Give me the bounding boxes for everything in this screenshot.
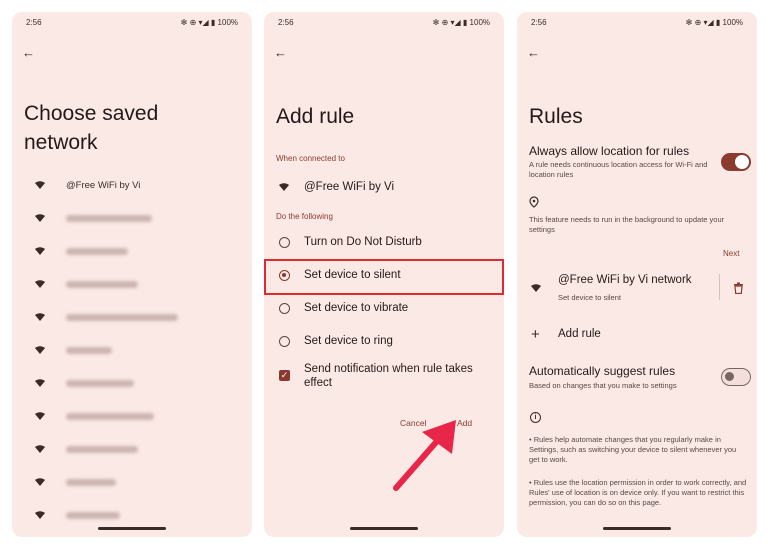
back-arrow-icon[interactable]: ← <box>274 46 288 60</box>
option-vibrate[interactable]: Set device to vibrate <box>264 297 504 323</box>
gesture-handle <box>98 527 166 530</box>
wifi-icon <box>35 214 45 222</box>
wifi-icon <box>35 478 45 486</box>
blurred-network-name <box>66 413 154 420</box>
gesture-handle <box>603 527 671 530</box>
when-connected-label: When connected to <box>276 154 345 163</box>
status-time: 2:56 <box>531 18 547 27</box>
background-note: This feature needs to run in the backgro… <box>529 215 725 234</box>
network-row[interactable] <box>12 407 252 427</box>
next-button[interactable]: Next <box>723 249 739 258</box>
blurred-network-name <box>66 314 178 321</box>
notify-checkbox[interactable]: ✓ <box>279 370 290 381</box>
add-rule-screen: 2:56 ✻ ⊕ ▾◢ ▮ 100% ← Add rule When conne… <box>264 12 504 537</box>
network-row[interactable]: @Free WiFi by Vi <box>12 176 252 196</box>
blurred-network-name <box>66 512 120 519</box>
gesture-handle <box>350 527 418 530</box>
blurred-network-name <box>66 347 112 354</box>
status-bar: 2:56 ✻ ⊕ ▾◢ ▮ 100% <box>527 18 747 30</box>
wifi-icon <box>35 445 45 453</box>
always-allow-subtitle: A rule needs continuous location access … <box>529 160 708 179</box>
radio-button[interactable] <box>279 336 290 347</box>
network-row[interactable] <box>12 209 252 229</box>
page-title: Choose saved network <box>24 102 159 154</box>
rule-name: @Free WiFi by Vi network <box>558 274 692 286</box>
option-dnd[interactable]: Turn on Do Not Disturb <box>264 231 504 257</box>
option-label: Set device to ring <box>304 335 393 347</box>
always-allow-toggle[interactable] <box>721 153 751 171</box>
add-rule-row[interactable]: + Add rule <box>517 324 757 350</box>
option-label: Set device to vibrate <box>304 302 409 314</box>
wifi-icon <box>35 511 45 519</box>
status-time: 2:56 <box>26 18 42 27</box>
always-allow-title: Always allow location for rules <box>529 144 690 158</box>
network-row[interactable] <box>12 374 252 394</box>
status-time: 2:56 <box>278 18 294 27</box>
rule-item[interactable]: @Free WiFi by Vi network Set device to s… <box>517 270 757 306</box>
wifi-icon <box>531 284 541 292</box>
blurred-network-name <box>66 215 152 222</box>
network-row[interactable] <box>12 275 252 295</box>
page-title: Add rule <box>276 105 355 128</box>
wifi-icon <box>35 247 45 255</box>
network-name: @Free WiFi by Vi <box>66 180 141 191</box>
do-following-label: Do the following <box>276 212 333 221</box>
network-row[interactable] <box>12 440 252 460</box>
choose-network-screen: 2:56 ✻ ⊕ ▾◢ ▮ 100% ← Choose saved networ… <box>12 12 252 537</box>
blurred-network-name <box>66 380 134 387</box>
auto-suggest-toggle[interactable] <box>721 368 751 386</box>
network-row[interactable] <box>12 308 252 328</box>
status-bar: 2:56 ✻ ⊕ ▾◢ ▮ 100% <box>22 18 242 30</box>
status-icons: ✻ ⊕ ▾◢ ▮ 100% <box>432 18 490 27</box>
wifi-icon <box>35 412 45 420</box>
back-arrow-icon[interactable]: ← <box>527 46 541 60</box>
background-location-icon <box>529 196 539 208</box>
network-row[interactable] <box>12 506 252 526</box>
highlight-box <box>264 259 504 295</box>
wifi-icon <box>35 313 45 321</box>
status-icons: ✻ ⊕ ▾◢ ▮ 100% <box>180 18 238 27</box>
network-name: @Free WiFi by Vi <box>304 181 395 193</box>
network-row[interactable] <box>12 341 252 361</box>
network-row[interactable]: @Free WiFi by Vi <box>264 176 504 202</box>
add-rule-label: Add rule <box>558 328 601 340</box>
wifi-icon <box>35 280 45 288</box>
info-text-1: • Rules help automate changes that you r… <box>529 435 737 464</box>
auto-suggest-subtitle: Based on changes that you make to settin… <box>529 381 677 390</box>
plus-icon: + <box>531 326 540 343</box>
pointer-arrow-icon <box>393 420 456 491</box>
wifi-icon <box>35 379 45 387</box>
divider <box>719 274 720 300</box>
blurred-network-name <box>66 248 128 255</box>
wifi-icon <box>35 346 45 354</box>
blurred-network-name <box>66 446 138 453</box>
back-arrow-icon[interactable]: ← <box>22 46 36 60</box>
info-icon: i <box>530 412 541 423</box>
auto-suggest-title: Automatically suggest rules <box>529 364 676 378</box>
rules-screen: 2:56 ✻ ⊕ ▾◢ ▮ 100% ← Rules Always allow … <box>517 12 757 537</box>
trash-icon[interactable] <box>733 282 744 294</box>
page-title: Rules <box>529 105 583 128</box>
blurred-network-name <box>66 479 116 486</box>
notify-checkbox-label: Send notification when rule takes effect <box>304 363 473 389</box>
info-text-2: • Rules use the location permission in o… <box>529 478 747 507</box>
blurred-network-name <box>66 281 138 288</box>
network-row[interactable] <box>12 242 252 262</box>
status-bar: 2:56 ✻ ⊕ ▾◢ ▮ 100% <box>274 18 494 30</box>
radio-button[interactable] <box>279 303 290 314</box>
status-icons: ✻ ⊕ ▾◢ ▮ 100% <box>685 18 743 27</box>
rule-action: Set device to silent <box>558 293 621 302</box>
radio-button[interactable] <box>279 237 290 248</box>
wifi-icon <box>35 181 45 189</box>
option-ring[interactable]: Set device to ring <box>264 330 504 356</box>
network-row[interactable] <box>12 473 252 493</box>
wifi-icon <box>279 183 289 191</box>
option-label: Turn on Do Not Disturb <box>304 236 422 248</box>
